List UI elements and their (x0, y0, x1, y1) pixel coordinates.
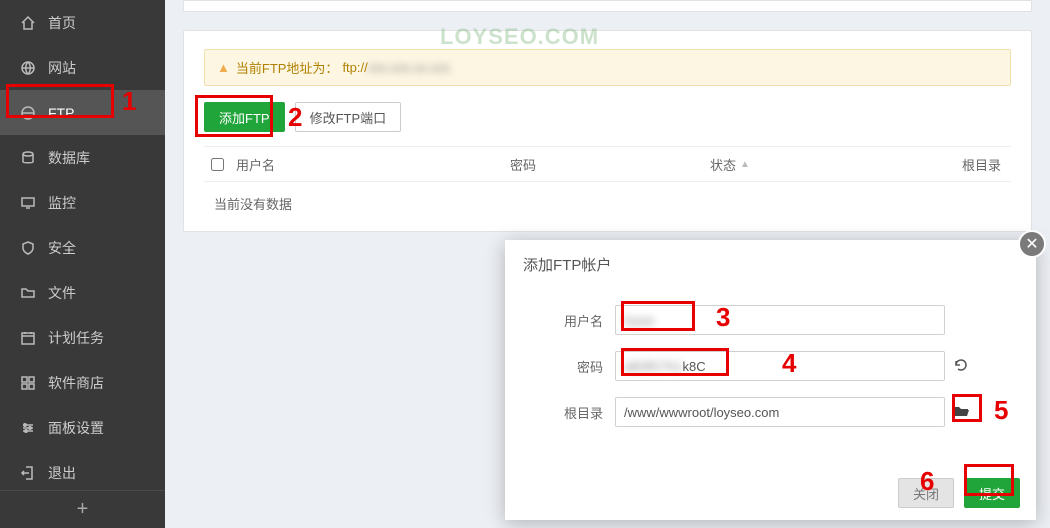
sidebar-item-label: 计划任务 (48, 328, 104, 348)
ftp-address-notice: ▲ 当前FTP地址为： ftp:// xxx.xxx.xx.xxx (204, 49, 1011, 86)
sidebar-item-website[interactable]: 网站 (0, 45, 165, 90)
monitor-icon (20, 195, 36, 211)
submit-label: 提交 (979, 484, 1005, 503)
close-icon: ✕ (1025, 234, 1038, 254)
home-icon (20, 15, 36, 31)
password-input[interactable]: aB3fG7h1k8C (615, 351, 945, 381)
toolbar: 添加FTP 修改FTP端口 (204, 102, 1011, 132)
sidebar-item-home[interactable]: 首页 (0, 0, 165, 45)
browse-folder-button[interactable] (953, 403, 973, 422)
notice-prefix: 当前FTP地址为： (236, 58, 339, 77)
label-username: 用户名 (505, 311, 615, 330)
sidebar-item-logout[interactable]: 退出 (0, 450, 165, 495)
username-value: loyse (624, 313, 654, 328)
sidebar-item-security[interactable]: 安全 (0, 225, 165, 270)
sidebar-item-label: 首页 (48, 13, 76, 33)
add-ftp-label: 添加FTP (219, 108, 270, 127)
root-dir-input[interactable] (615, 397, 945, 427)
form-row-root: 根目录 (505, 397, 1036, 427)
notice-blurred: xxx.xxx.xx.xxx (368, 60, 450, 75)
shield-icon (20, 240, 36, 256)
settings-icon (20, 420, 36, 436)
schedule-icon (20, 330, 36, 346)
sidebar-item-label: 退出 (48, 463, 76, 483)
modal-footer: 关闭 提交 (898, 478, 1020, 508)
form-row-password: 密码 aB3fG7h1k8C (505, 351, 1036, 381)
sidebar-item-label: 面板设置 (48, 418, 104, 438)
top-card-edge (183, 0, 1032, 12)
edit-port-button[interactable]: 修改FTP端口 (295, 102, 402, 132)
sidebar-item-label: 网站 (48, 58, 76, 78)
sidebar-item-label: 监控 (48, 193, 76, 213)
sidebar-item-ftp[interactable]: FTP (0, 90, 165, 135)
plus-icon: + (77, 498, 89, 521)
table-empty: 当前没有数据 (204, 182, 1011, 213)
password-suffix: k8C (683, 359, 706, 374)
sidebar-item-appstore[interactable]: 软件商店 (0, 360, 165, 405)
notice-value: ftp:// (342, 60, 367, 75)
globe-icon (20, 60, 36, 76)
form-row-username: 用户名 loyse (505, 305, 1036, 335)
col-root[interactable]: 根目录 (910, 155, 1011, 174)
cancel-button[interactable]: 关闭 (898, 478, 954, 508)
col-status[interactable]: 状态 ▲ (710, 155, 910, 174)
content-card: ▲ 当前FTP地址为： ftp:// xxx.xxx.xx.xxx 添加FTP … (183, 30, 1032, 232)
sort-arrow-icon: ▲ (740, 159, 750, 170)
select-all-checkbox[interactable] (204, 158, 230, 171)
col-password[interactable]: 密码 (510, 155, 710, 174)
add-ftp-button[interactable]: 添加FTP (204, 102, 285, 132)
sidebar-item-label: 文件 (48, 283, 76, 303)
add-ftp-modal: ✕ 添加FTP帐户 用户名 loyse 密码 aB3fG7h1k8C 根目录 关… (505, 240, 1036, 520)
sidebar-item-settings[interactable]: 面板设置 (0, 405, 165, 450)
submit-button[interactable]: 提交 (964, 478, 1020, 508)
label-root: 根目录 (505, 403, 615, 422)
folder-open-icon (953, 403, 971, 419)
folder-icon (20, 285, 36, 301)
col-status-label: 状态 (710, 155, 736, 174)
password-blur: aB3fG7h1 (624, 359, 683, 374)
sidebar-item-label: FTP (48, 105, 74, 121)
modal-close-button[interactable]: ✕ (1018, 230, 1046, 258)
col-username[interactable]: 用户名 (230, 155, 510, 174)
modal-title: 添加FTP帐户 (505, 240, 1036, 289)
edit-port-label: 修改FTP端口 (310, 108, 387, 127)
sidebar-item-label: 数据库 (48, 148, 90, 168)
cancel-label: 关闭 (913, 484, 939, 503)
warning-icon: ▲ (217, 60, 230, 75)
logout-icon (20, 465, 36, 481)
app-store-icon (20, 375, 36, 391)
table-header: 用户名 密码 状态 ▲ 根目录 (204, 146, 1011, 182)
sidebar: 首页 网站 FTP 数据库 监控 安全 文件 计划任务 软件商店 面板设置 退出… (0, 0, 165, 528)
sidebar-item-label: 安全 (48, 238, 76, 258)
username-input[interactable]: loyse (615, 305, 945, 335)
sidebar-item-cron[interactable]: 计划任务 (0, 315, 165, 360)
database-icon (20, 150, 36, 166)
label-password: 密码 (505, 357, 615, 376)
sidebar-item-files[interactable]: 文件 (0, 270, 165, 315)
sidebar-item-monitor[interactable]: 监控 (0, 180, 165, 225)
sidebar-add-button[interactable]: + (0, 490, 165, 528)
checkbox-input[interactable] (211, 158, 224, 171)
regenerate-password-button[interactable] (953, 357, 973, 376)
sidebar-item-label: 软件商店 (48, 373, 104, 393)
sidebar-item-database[interactable]: 数据库 (0, 135, 165, 180)
ftp-icon (20, 105, 36, 121)
refresh-icon (953, 357, 969, 373)
